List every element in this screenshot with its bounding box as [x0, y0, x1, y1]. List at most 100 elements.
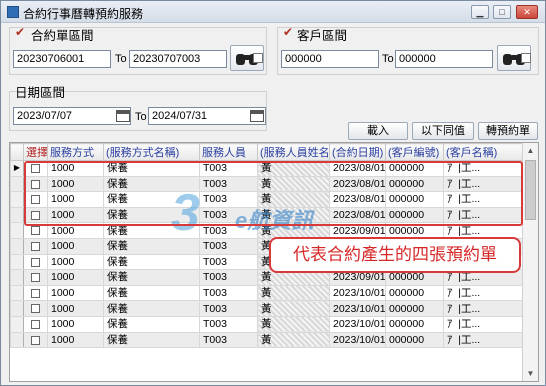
- column-header[interactable]: (客戶名稱): [443, 143, 524, 161]
- column-header[interactable]: (合約日期): [329, 143, 386, 161]
- row-checkbox[interactable]: [31, 304, 40, 314]
- customer-name-text: |工...: [458, 333, 481, 346]
- customer-from-input[interactable]: 000000: [281, 50, 379, 68]
- column-header[interactable]: (服務方式名稱): [103, 143, 200, 161]
- staff-code-cell[interactable]: T003: [199, 269, 258, 286]
- row-selector[interactable]: [10, 237, 24, 255]
- scroll-up-icon[interactable]: ▲: [523, 143, 538, 158]
- customer-to-label: To: [382, 53, 394, 65]
- customer-name-cell[interactable]: ｱ |工...: [443, 300, 524, 317]
- service-name-cell[interactable]: 保養: [103, 331, 200, 349]
- column-header[interactable]: (客戶編號): [385, 143, 444, 161]
- row-selector[interactable]: [10, 175, 24, 193]
- row-selector[interactable]: [10, 191, 24, 208]
- row-checkbox[interactable]: [31, 257, 40, 267]
- service-code-cell[interactable]: 1000: [47, 300, 104, 317]
- select-cell[interactable]: [23, 269, 48, 286]
- calendar-icon[interactable]: [250, 110, 264, 122]
- customer-name-cell[interactable]: ｱ |工...: [443, 284, 524, 302]
- contract-date-cell[interactable]: 2023/10/01: [329, 284, 386, 302]
- scroll-down-icon[interactable]: ▼: [523, 366, 538, 381]
- contract-from-input[interactable]: 20230706001: [13, 50, 111, 68]
- service-code-cell[interactable]: 1000: [47, 315, 104, 333]
- row-checkbox[interactable]: [31, 335, 40, 345]
- customer-code-cell[interactable]: 000000: [385, 300, 444, 317]
- row-checkbox[interactable]: [31, 226, 40, 236]
- select-cell[interactable]: [23, 284, 48, 302]
- date-from-input[interactable]: 2023/07/07: [13, 107, 131, 125]
- customer-name-cell[interactable]: ｱ |工...: [443, 331, 524, 349]
- select-cell[interactable]: [23, 315, 48, 333]
- convert-reservation-button[interactable]: 轉預約單: [478, 122, 538, 140]
- service-name-cell[interactable]: 保養: [103, 269, 200, 286]
- select-cell[interactable]: [23, 331, 48, 349]
- table-row[interactable]: 1000 保養 T003 黃 2023/10/01 000000 ｱ |工...: [10, 284, 524, 302]
- select-cell[interactable]: [23, 237, 48, 255]
- service-code-cell[interactable]: 1000: [47, 269, 104, 286]
- staff-name-cell[interactable]: 黃: [257, 300, 330, 317]
- customer-code-cell[interactable]: 000000: [385, 315, 444, 333]
- row-selector[interactable]: [10, 300, 24, 317]
- service-code-cell[interactable]: 1000: [47, 331, 104, 349]
- row-checkbox[interactable]: [31, 288, 40, 298]
- contract-date-cell[interactable]: 2023/10/01: [329, 315, 386, 333]
- minimize-button[interactable]: ▁: [471, 5, 489, 19]
- row-checkbox[interactable]: [31, 319, 40, 329]
- select-cell[interactable]: [23, 253, 48, 271]
- service-name-cell[interactable]: 保養: [103, 315, 200, 333]
- row-selector[interactable]: [10, 315, 24, 333]
- customer-name-cell[interactable]: ｱ |工...: [443, 315, 524, 333]
- column-header[interactable]: 服務人員: [199, 143, 258, 161]
- load-button[interactable]: 載入: [348, 122, 408, 140]
- row-selector[interactable]: [10, 269, 24, 286]
- table-row[interactable]: 1000 保養 T003 黃 2023/10/01 000000 ｱ |工...: [10, 300, 524, 317]
- app-icon: [7, 6, 19, 18]
- row-checkbox[interactable]: [31, 273, 40, 283]
- customer-to-input[interactable]: 000000: [395, 50, 493, 68]
- close-button[interactable]: ✕: [516, 5, 538, 19]
- staff-name-cell[interactable]: 黃: [257, 315, 330, 333]
- customer-range-checkbox[interactable]: ✔: [283, 25, 293, 39]
- row-selector[interactable]: [10, 284, 24, 302]
- staff-code-cell[interactable]: T003: [199, 331, 258, 349]
- staff-code-cell[interactable]: T003: [199, 315, 258, 333]
- column-header[interactable]: (服務人員姓名): [257, 143, 330, 161]
- annotation-highlight-box: [24, 161, 523, 226]
- row-selector[interactable]: [10, 222, 24, 239]
- service-code-cell[interactable]: 1000: [47, 284, 104, 302]
- row-selector[interactable]: [10, 331, 24, 349]
- vertical-scrollbar[interactable]: ▲ ▼: [522, 143, 538, 381]
- table-row[interactable]: 1000 保養 T003 黃 2023/10/01 000000 ｱ |工...: [10, 331, 524, 349]
- same-below-button[interactable]: 以下同值: [412, 122, 474, 140]
- service-code-cell[interactable]: 1000: [47, 237, 104, 255]
- row-selector[interactable]: ▶: [10, 160, 24, 177]
- service-name-cell[interactable]: 保養: [103, 253, 200, 271]
- service-code-cell[interactable]: 1000: [47, 253, 104, 271]
- contract-range-checkbox[interactable]: ✔: [15, 25, 25, 39]
- service-name-cell[interactable]: 保養: [103, 284, 200, 302]
- maximize-button[interactable]: □: [493, 5, 511, 19]
- customer-code-cell[interactable]: 000000: [385, 331, 444, 349]
- row-checkbox[interactable]: [31, 241, 40, 251]
- table-row[interactable]: 1000 保養 T003 黃 2023/10/01 000000 ｱ |工...: [10, 315, 524, 333]
- date-to-input[interactable]: 2024/07/31: [148, 107, 266, 125]
- contract-date-cell[interactable]: 2023/10/01: [329, 331, 386, 349]
- staff-name-cell[interactable]: 黃: [257, 284, 330, 302]
- staff-name-cell[interactable]: 黃: [257, 331, 330, 349]
- column-header[interactable]: 服務方式: [47, 143, 104, 161]
- staff-code-cell[interactable]: T003: [199, 284, 258, 302]
- contract-to-input[interactable]: 20230707003: [129, 50, 227, 68]
- staff-code-cell[interactable]: T003: [199, 300, 258, 317]
- contract-option-checkbox[interactable]: [253, 53, 263, 63]
- staff-code-cell[interactable]: T003: [199, 253, 258, 271]
- customer-code-cell[interactable]: 000000: [385, 284, 444, 302]
- row-selector[interactable]: [10, 206, 24, 224]
- contract-date-cell[interactable]: 2023/10/01: [329, 300, 386, 317]
- customer-option-checkbox[interactable]: [521, 53, 531, 63]
- service-name-cell[interactable]: 保養: [103, 300, 200, 317]
- row-selector[interactable]: [10, 253, 24, 271]
- calendar-icon[interactable]: [116, 110, 130, 122]
- column-header[interactable]: 選擇: [23, 143, 48, 161]
- scroll-thumb[interactable]: [525, 160, 536, 220]
- select-cell[interactable]: [23, 300, 48, 317]
